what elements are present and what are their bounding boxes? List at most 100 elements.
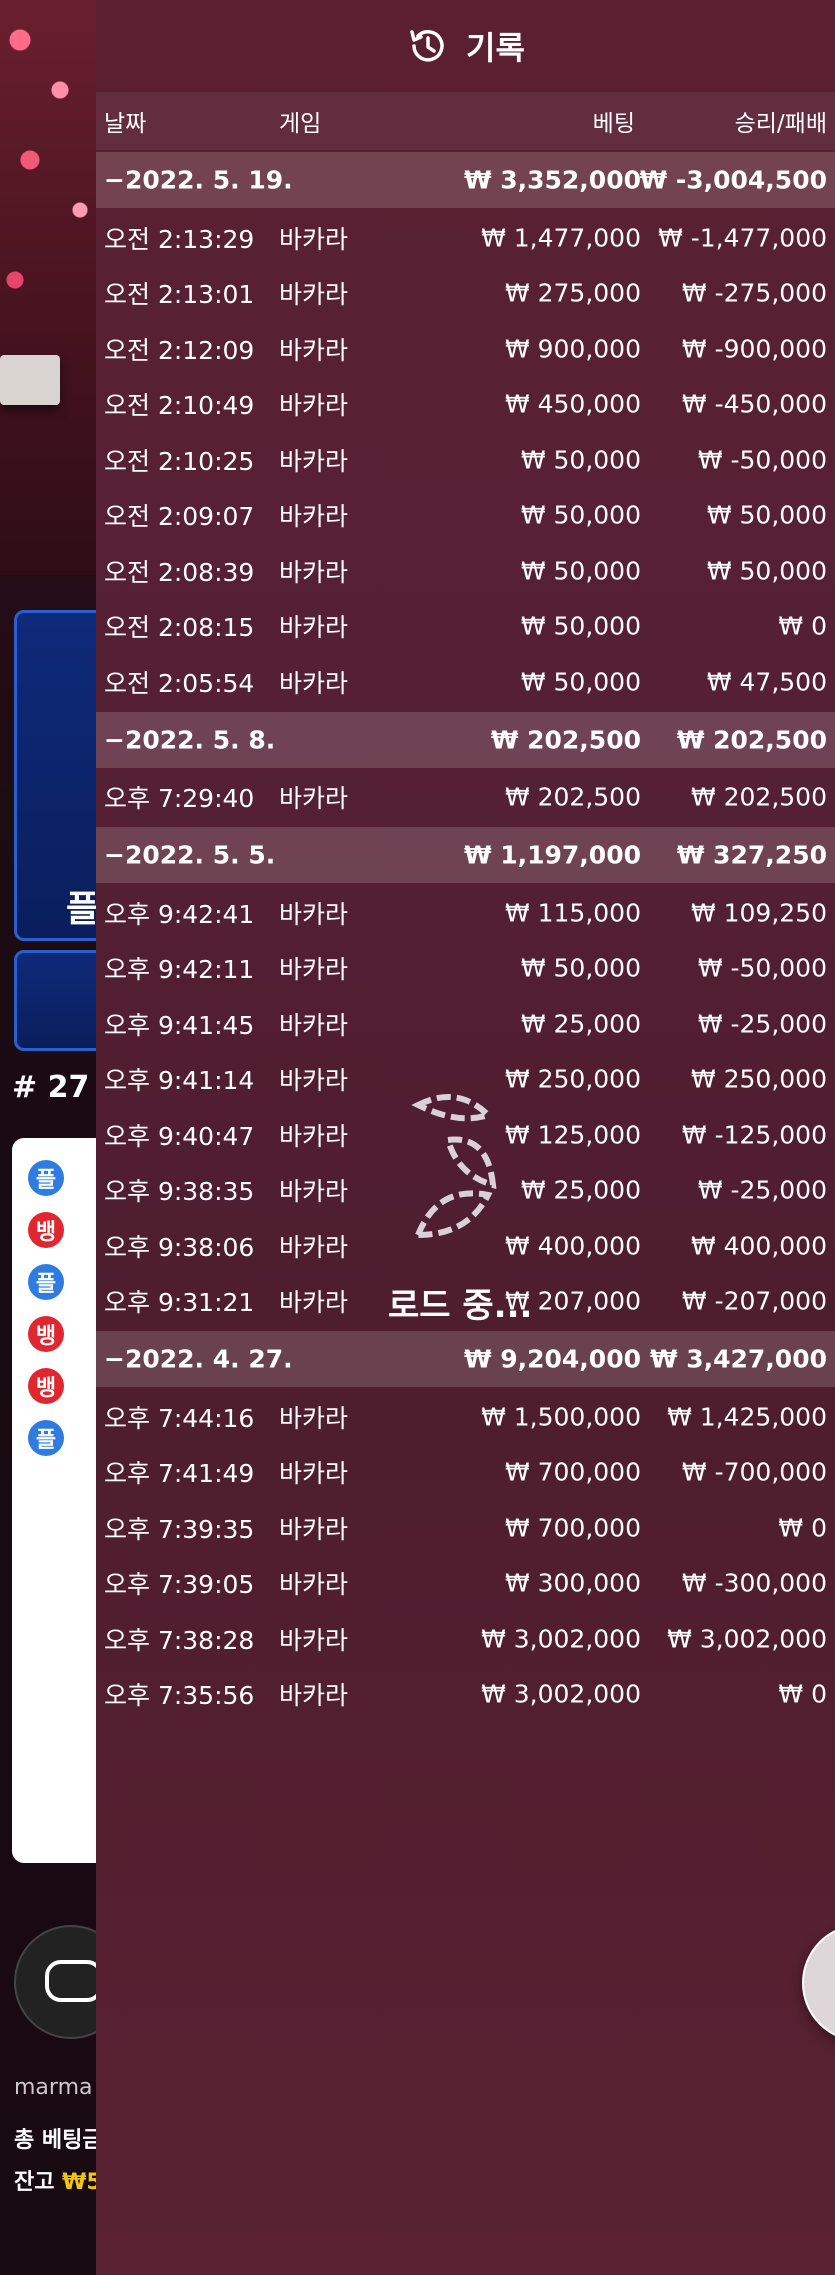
row-bet: ₩ 900,000 xyxy=(504,334,641,364)
table-row[interactable]: 오전 2:10:25 바카라 ₩ 50,000 ₩ -50,000 xyxy=(96,432,835,488)
row-bet: ₩ 450,000 xyxy=(504,389,641,419)
row-bet: ₩ 50,000 xyxy=(520,953,641,983)
row-result: ₩ 1,425,000 xyxy=(667,1402,827,1432)
row-game: 바카라 xyxy=(279,1177,349,1207)
table-row[interactable]: 오후 9:42:41 바카라 ₩ 115,000 ₩ 109,250 xyxy=(96,885,835,941)
row-bet: ₩ 1,477,000 xyxy=(481,223,641,253)
row-time: 오전 2:08:15 xyxy=(104,613,255,643)
row-game: 바카라 xyxy=(279,1625,349,1655)
row-game: 바카라 xyxy=(279,1514,349,1544)
row-result: ₩ -700,000 xyxy=(681,1457,827,1487)
row-time: 오후 9:38:06 xyxy=(104,1232,255,1262)
table-row[interactable]: 오전 2:08:15 바카라 ₩ 50,000 ₩ 0 xyxy=(96,599,835,655)
row-time: 오후 7:29:40 xyxy=(104,784,255,814)
row-bet: ₩ 275,000 xyxy=(504,278,641,308)
row-result: ₩ -450,000 xyxy=(681,389,827,419)
row-game: 바카라 xyxy=(279,1232,349,1262)
table-row[interactable]: 오후 9:42:11 바카라 ₩ 50,000 ₩ -50,000 xyxy=(96,941,835,997)
history-panel: 기록 날짜 게임 베팅 승리/패배 −2022. 5. 19. ₩ 3,352,0… xyxy=(96,0,835,2275)
row-game: 바카라 xyxy=(279,557,349,587)
table-row[interactable]: 오후 9:41:45 바카라 ₩ 25,000 ₩ -25,000 xyxy=(96,996,835,1052)
group-bet-total: ₩ 9,204,000 xyxy=(463,1344,641,1374)
group-bet-total: ₩ 3,352,000 xyxy=(463,165,641,195)
balance-label: 잔고 xyxy=(14,2170,55,2195)
row-time: 오후 7:38:28 xyxy=(104,1625,255,1655)
row-time: 오전 2:12:09 xyxy=(104,335,255,365)
table-row[interactable]: 오후 9:38:35 바카라 ₩ 25,000 ₩ -25,000 xyxy=(96,1163,835,1219)
table-row[interactable]: 오전 2:08:39 바카라 ₩ 50,000 ₩ 50,000 xyxy=(96,543,835,599)
history-table: 날짜 게임 베팅 승리/패배 −2022. 5. 19. ₩ 3,352,000 ₩… xyxy=(96,92,835,1722)
row-time: 오후 7:41:49 xyxy=(104,1459,255,1489)
table-body: −2022. 5. 19. ₩ 3,352,000 ₩ -3,004,500 오전 2… xyxy=(96,152,835,1722)
table-row[interactable]: 오후 7:39:05 바카라 ₩ 300,000 ₩ -300,000 xyxy=(96,1556,835,1612)
row-bet: ₩ 1,500,000 xyxy=(481,1402,641,1432)
table-row[interactable]: 오후 7:29:40 바카라 ₩ 202,500 ₩ 202,500 xyxy=(96,770,835,826)
table-row[interactable]: 오전 2:12:09 바카라 ₩ 900,000 ₩ -900,000 xyxy=(96,321,835,377)
column-result: 승리/패배 xyxy=(734,111,827,137)
row-time: 오전 2:13:01 xyxy=(104,280,255,310)
table-row[interactable]: 오후 7:44:16 바카라 ₩ 1,500,000 ₩ 1,425,000 xyxy=(96,1389,835,1445)
table-row[interactable]: 오전 2:13:29 바카라 ₩ 1,477,000 ₩ -1,477,000 xyxy=(96,210,835,266)
group-date: −2022. 5. 5. xyxy=(104,840,276,870)
row-bet: ₩ 700,000 xyxy=(504,1513,641,1543)
table-row[interactable]: 오후 9:40:47 바카라 ₩ 125,000 ₩ -125,000 xyxy=(96,1107,835,1163)
row-result: ₩ -25,000 xyxy=(697,1175,827,1205)
date-group-row: −2022. 5. 19. ₩ 3,352,000 ₩ -3,004,500 xyxy=(96,152,835,208)
row-result: ₩ 250,000 xyxy=(690,1064,827,1094)
row-result: ₩ -25,000 xyxy=(697,1009,827,1039)
row-time: 오후 7:39:05 xyxy=(104,1570,255,1600)
road-bead: 플 xyxy=(28,1264,64,1300)
row-game: 바카라 xyxy=(279,502,349,532)
date-group-row: −2022. 5. 5. ₩ 1,197,000 ₩ 327,250 xyxy=(96,827,835,883)
row-time: 오후 7:44:16 xyxy=(104,1403,255,1433)
chip-stack-icon xyxy=(45,1960,103,2002)
group-bet-total: ₩ 202,500 xyxy=(490,725,641,754)
row-time: 오전 2:05:54 xyxy=(104,668,255,698)
row-result: ₩ -207,000 xyxy=(681,1286,827,1316)
row-time: 오후 9:42:11 xyxy=(104,955,255,985)
row-game: 바카라 xyxy=(279,1681,349,1711)
table-row[interactable]: 오전 2:10:49 바카라 ₩ 450,000 ₩ -450,000 xyxy=(96,377,835,433)
history-title: 기록 xyxy=(466,29,525,67)
road-bead: 뱅 xyxy=(28,1212,64,1248)
row-bet: ₩ 250,000 xyxy=(504,1064,641,1094)
table-row[interactable]: 오전 2:09:07 바카라 ₩ 50,000 ₩ 50,000 xyxy=(96,488,835,544)
road-bead: 뱅 xyxy=(28,1368,64,1404)
table-row[interactable]: 오후 7:35:56 바카라 ₩ 3,002,000 ₩ 0 xyxy=(96,1667,835,1723)
shoe-number: # 27 xyxy=(12,1070,90,1105)
table-row[interactable]: 오전 2:13:01 바카라 ₩ 275,000 ₩ -275,000 xyxy=(96,266,835,322)
table-row[interactable]: 오전 2:05:54 바카라 ₩ 50,000 ₩ 47,500 xyxy=(96,654,835,710)
row-time: 오후 9:41:14 xyxy=(104,1066,255,1096)
row-result: ₩ 0 xyxy=(778,1679,827,1709)
row-game: 바카라 xyxy=(279,1066,349,1096)
loading-text: 로드 중... xyxy=(388,1286,533,1326)
group-bet-total: ₩ 1,197,000 xyxy=(463,840,641,870)
row-time: 오후 7:39:35 xyxy=(104,1514,255,1544)
row-result: ₩ -50,000 xyxy=(697,953,827,983)
row-bet: ₩ 115,000 xyxy=(504,898,641,928)
table-row[interactable]: 오후 7:41:49 바카라 ₩ 700,000 ₩ -700,000 xyxy=(96,1445,835,1501)
row-game: 바카라 xyxy=(279,1121,349,1151)
row-bet: ₩ 125,000 xyxy=(504,1120,641,1150)
row-result: ₩ 47,500 xyxy=(706,667,827,697)
table-row[interactable]: 오후 7:39:35 바카라 ₩ 700,000 ₩ 0 xyxy=(96,1500,835,1556)
row-game: 바카라 xyxy=(279,784,349,814)
row-result: ₩ 202,500 xyxy=(690,782,827,812)
group-date: −2022. 4. 27. xyxy=(104,1344,293,1374)
close-button[interactable] xyxy=(802,1924,835,2042)
row-result: ₩ -125,000 xyxy=(681,1120,827,1150)
row-game: 바카라 xyxy=(279,1459,349,1489)
card-shoe xyxy=(0,355,60,405)
table-row[interactable]: 오후 9:41:14 바카라 ₩ 250,000 ₩ 250,000 xyxy=(96,1052,835,1108)
row-result: ₩ 50,000 xyxy=(706,500,827,530)
group-result-total: ₩ 202,500 xyxy=(676,725,827,754)
row-result: ₩ -900,000 xyxy=(681,334,827,364)
road-bead: 뱅 xyxy=(28,1316,64,1352)
table-row[interactable]: 오후 9:38:06 바카라 ₩ 400,000 ₩ 400,000 xyxy=(96,1218,835,1274)
row-time: 오후 9:31:21 xyxy=(104,1288,255,1318)
row-bet: ₩ 3,002,000 xyxy=(481,1679,641,1709)
row-time: 오전 2:13:29 xyxy=(104,224,255,254)
table-row[interactable]: 오후 7:38:28 바카라 ₩ 3,002,000 ₩ 3,002,000 xyxy=(96,1611,835,1667)
column-date: 날짜 xyxy=(104,111,147,137)
row-result: ₩ 0 xyxy=(778,611,827,641)
